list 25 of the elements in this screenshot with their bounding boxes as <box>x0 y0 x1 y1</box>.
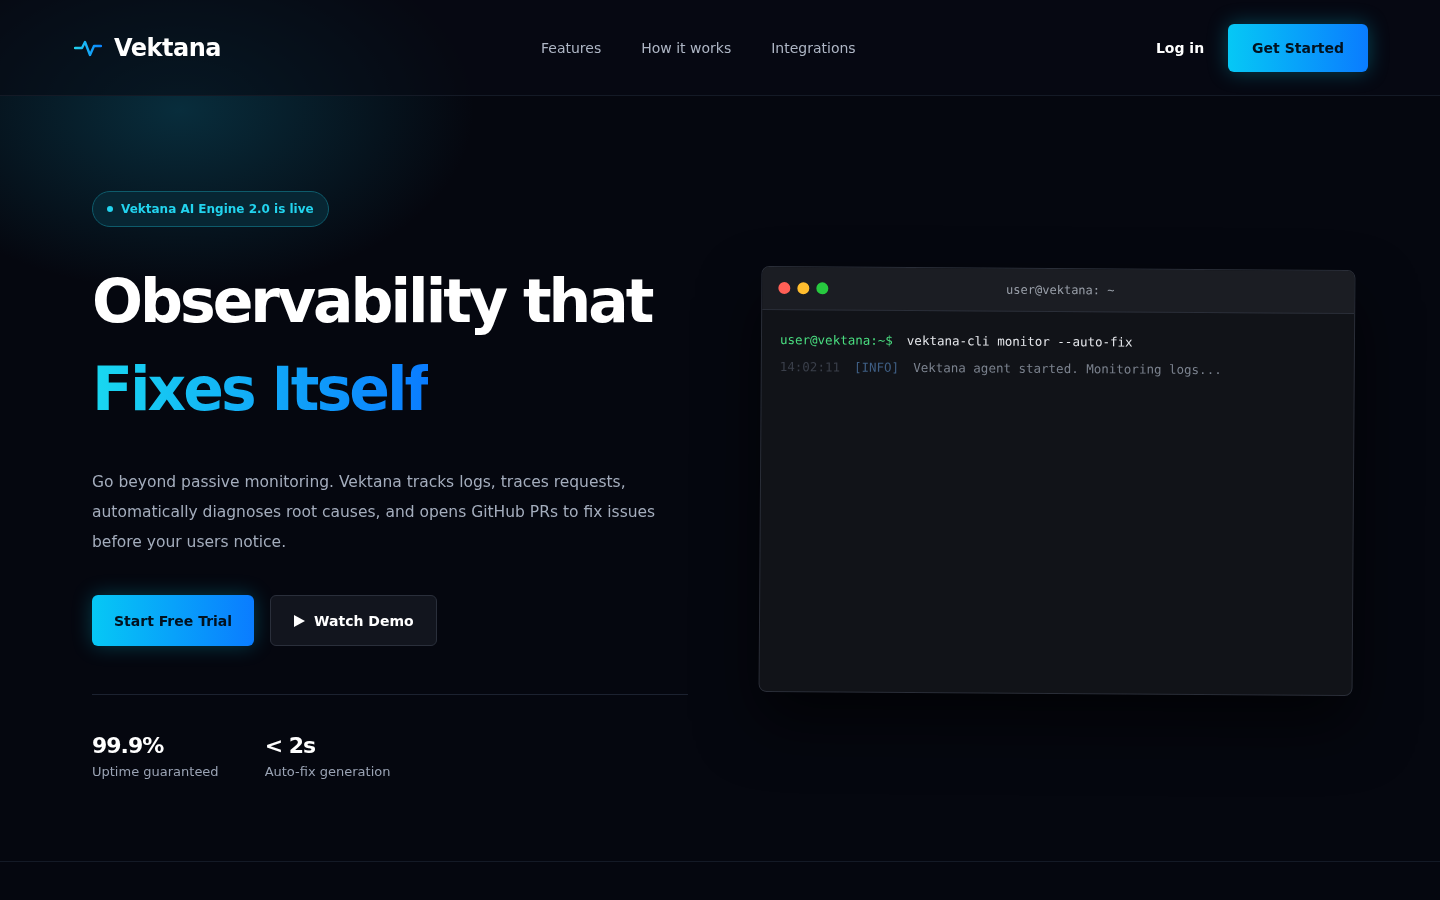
get-started-button[interactable]: Get Started <box>1228 23 1368 72</box>
close-dot-icon[interactable] <box>778 282 791 295</box>
brand-name[interactable]: Vektana <box>114 33 221 62</box>
status-dot-icon <box>107 206 113 212</box>
minimize-dot-icon[interactable] <box>797 282 810 295</box>
watch-demo-button[interactable]: Watch Demo <box>270 595 437 646</box>
terminal-command: vektana-cli monitor --auto-fix <box>906 332 1133 350</box>
stat-label: Uptime guaranteed <box>92 764 219 779</box>
stat-value: 99.9% <box>92 733 165 758</box>
nav-link[interactable]: Features <box>541 39 602 56</box>
play-icon <box>293 613 307 628</box>
start-trial-button[interactable]: Start Free Trial <box>92 595 255 646</box>
log-level: [INFO] <box>853 359 900 375</box>
log-message: Vektana agent started. Monitoring logs... <box>913 360 1222 378</box>
nav-link[interactable]: How it works <box>641 39 732 56</box>
terminal-prompt: user@vektana:~$ <box>779 332 893 348</box>
stat-value: < 2s <box>264 733 317 758</box>
nav-link[interactable]: Integrations <box>771 39 856 56</box>
headline: Observability that <box>92 265 652 338</box>
stat-label: Auto-fix generation <box>264 764 391 779</box>
maximize-dot-icon[interactable] <box>816 282 829 295</box>
login-link[interactable]: Log in <box>1155 39 1205 56</box>
terminal-title: user@vektana: ~ <box>1005 281 1116 300</box>
hero-description: Go beyond passive monitoring. Vektana tracks logs, traces requests, automatically diagnoses root causes, and opens GitHub PRs to fix issues before your users notice. <box>92 472 657 553</box>
badge-text: Vektana AI Engine 2.0 is live <box>121 202 314 216</box>
